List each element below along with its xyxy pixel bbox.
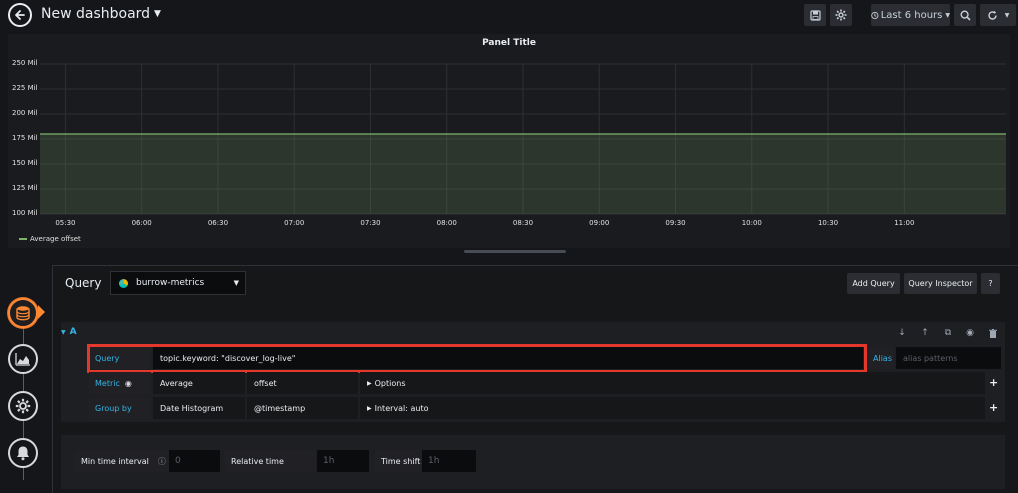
groupby-field-select[interactable]: @timestamp (247, 397, 358, 419)
series-area (40, 134, 1006, 214)
alias-input[interactable]: alias patterns (896, 347, 1001, 369)
x-tick-label: 08:30 (512, 219, 534, 227)
metric-label[interactable]: Metric ◉ (89, 372, 151, 394)
trash-glyph (989, 328, 997, 338)
legend-item[interactable]: Average offset (19, 235, 81, 243)
x-tick-label: 11:00 (894, 219, 915, 227)
x-tick-label: 09:30 (665, 219, 686, 227)
elasticsearch-icon (119, 278, 128, 288)
settings-button[interactable] (830, 4, 852, 26)
visualization-tab[interactable] (8, 344, 38, 374)
y-tick-label: 100 Mil (12, 209, 38, 217)
dashboard-title[interactable]: New dashboard ▼ (41, 6, 161, 22)
save-button[interactable] (804, 4, 826, 26)
chevron-down-icon: ▼ (1004, 11, 1010, 19)
y-tick-label: 250 Mil (12, 59, 38, 67)
y-tick-label: 150 Mil (12, 159, 38, 167)
chevron-down-icon: ▼ (233, 279, 239, 287)
groupby-type-select[interactable]: Date Histogram (153, 397, 245, 419)
eye-icon[interactable]: ◉ (125, 379, 132, 388)
highlight-annotation (87, 344, 867, 373)
chart-canvas (40, 63, 1006, 215)
move-up-icon[interactable]: ↑ (919, 327, 931, 339)
legend-label: Average offset (30, 235, 81, 243)
bell-icon (17, 446, 29, 461)
time-shift-input[interactable]: 1h (422, 450, 476, 472)
min-interval-input[interactable]: 0 (169, 450, 220, 472)
chevron-down-icon: ▼ (154, 9, 161, 19)
query-section-title: Query (65, 276, 102, 290)
x-tick-label: 10:00 (741, 219, 762, 227)
panel-resize-handle[interactable] (464, 250, 566, 253)
graph-panel[interactable]: Panel Title 250 Mil 225 Mil 200 Mil 175 Mil… (8, 34, 1010, 248)
x-tick-label: 06:00 (131, 219, 152, 227)
metric-label-text: Metric (95, 378, 120, 388)
caret-right-icon: ▶ (367, 379, 372, 387)
min-interval-label: Min time interval ⓘ (75, 450, 169, 472)
datasource-picker[interactable]: burrow-metrics ▼ (110, 271, 246, 295)
x-tick-label: 05:30 (55, 219, 76, 227)
metric-type-select[interactable]: Average (153, 372, 245, 394)
database-icon (16, 306, 30, 321)
relative-time-label: Relative time (225, 450, 316, 472)
add-groupby-icon[interactable]: + (989, 401, 998, 414)
time-shift-label: Time shift (375, 450, 422, 472)
clock-icon (871, 11, 879, 19)
x-tick-label: 09:00 (589, 219, 610, 227)
back-button[interactable] (8, 3, 32, 27)
chevron-down-icon: ▼ (61, 329, 66, 336)
x-tick-label: 08:00 (436, 219, 457, 227)
duplicate-icon[interactable]: ⧉ (942, 327, 954, 339)
query-ref-id: A (69, 327, 77, 337)
info-icon[interactable]: ⓘ (158, 456, 166, 467)
eye-icon[interactable]: ◉ (964, 327, 976, 339)
metric-field-select[interactable]: offset (247, 372, 358, 394)
add-query-button[interactable]: Add Query (847, 273, 900, 294)
zoom-out-button[interactable] (954, 4, 976, 26)
y-tick-label: 125 Mil (12, 184, 38, 192)
groupby-label: Group by (89, 397, 151, 419)
top-navbar: New dashboard ▼ Last 6 hours ▼ ▼ (0, 0, 1018, 30)
caret-right-icon: ▶ (367, 404, 372, 412)
time-picker-button[interactable]: Last 6 hours ▼ (871, 4, 950, 26)
general-settings-tab[interactable] (8, 391, 38, 421)
datasource-name: burrow-metrics (136, 278, 205, 288)
refresh-button[interactable]: ▼ (980, 4, 1016, 26)
relative-time-input[interactable]: 1h (317, 450, 369, 472)
rail-active-pointer (38, 305, 45, 319)
groupby-interval-label: Interval: auto (374, 403, 429, 413)
time-range-label: Last 6 hours (880, 9, 943, 21)
query-inspector-button[interactable]: Query Inspector (904, 273, 977, 294)
legend-swatch (19, 238, 27, 240)
x-tick-label: 07:00 (284, 219, 305, 227)
add-metric-icon[interactable]: + (989, 376, 998, 389)
trash-icon[interactable] (987, 327, 999, 339)
dashboard-title-text: New dashboard (41, 6, 151, 22)
y-tick-label: 200 Mil (12, 109, 38, 117)
x-tick-label: 06:30 (207, 219, 229, 227)
x-tick-label: 10:30 (817, 219, 839, 227)
y-tick-label: 225 Mil (12, 84, 38, 92)
search-icon (959, 9, 971, 21)
alert-tab[interactable] (8, 438, 38, 468)
move-down-icon[interactable]: ↓ (896, 327, 908, 339)
chevron-down-icon: ▼ (945, 11, 950, 19)
queries-tab[interactable] (8, 298, 38, 328)
min-interval-label-text: Min time interval (81, 456, 149, 466)
x-tick-label: 07:30 (360, 219, 381, 227)
metric-options-toggle[interactable]: ▶ Options (360, 372, 985, 394)
metric-options-label: Options (374, 378, 406, 388)
refresh-icon (988, 10, 997, 20)
gear-icon (835, 9, 847, 21)
gear-icon (15, 398, 31, 414)
save-icon (809, 9, 821, 21)
alias-label: Alias (867, 347, 894, 369)
y-tick-label: 175 Mil (12, 134, 38, 142)
help-button[interactable]: ? (981, 273, 1000, 294)
arrow-left-icon (15, 10, 25, 20)
query-row-toggle[interactable]: ▼ A (61, 327, 81, 337)
chart-icon (15, 353, 30, 366)
groupby-options-toggle[interactable]: ▶ Interval: auto (360, 397, 985, 419)
